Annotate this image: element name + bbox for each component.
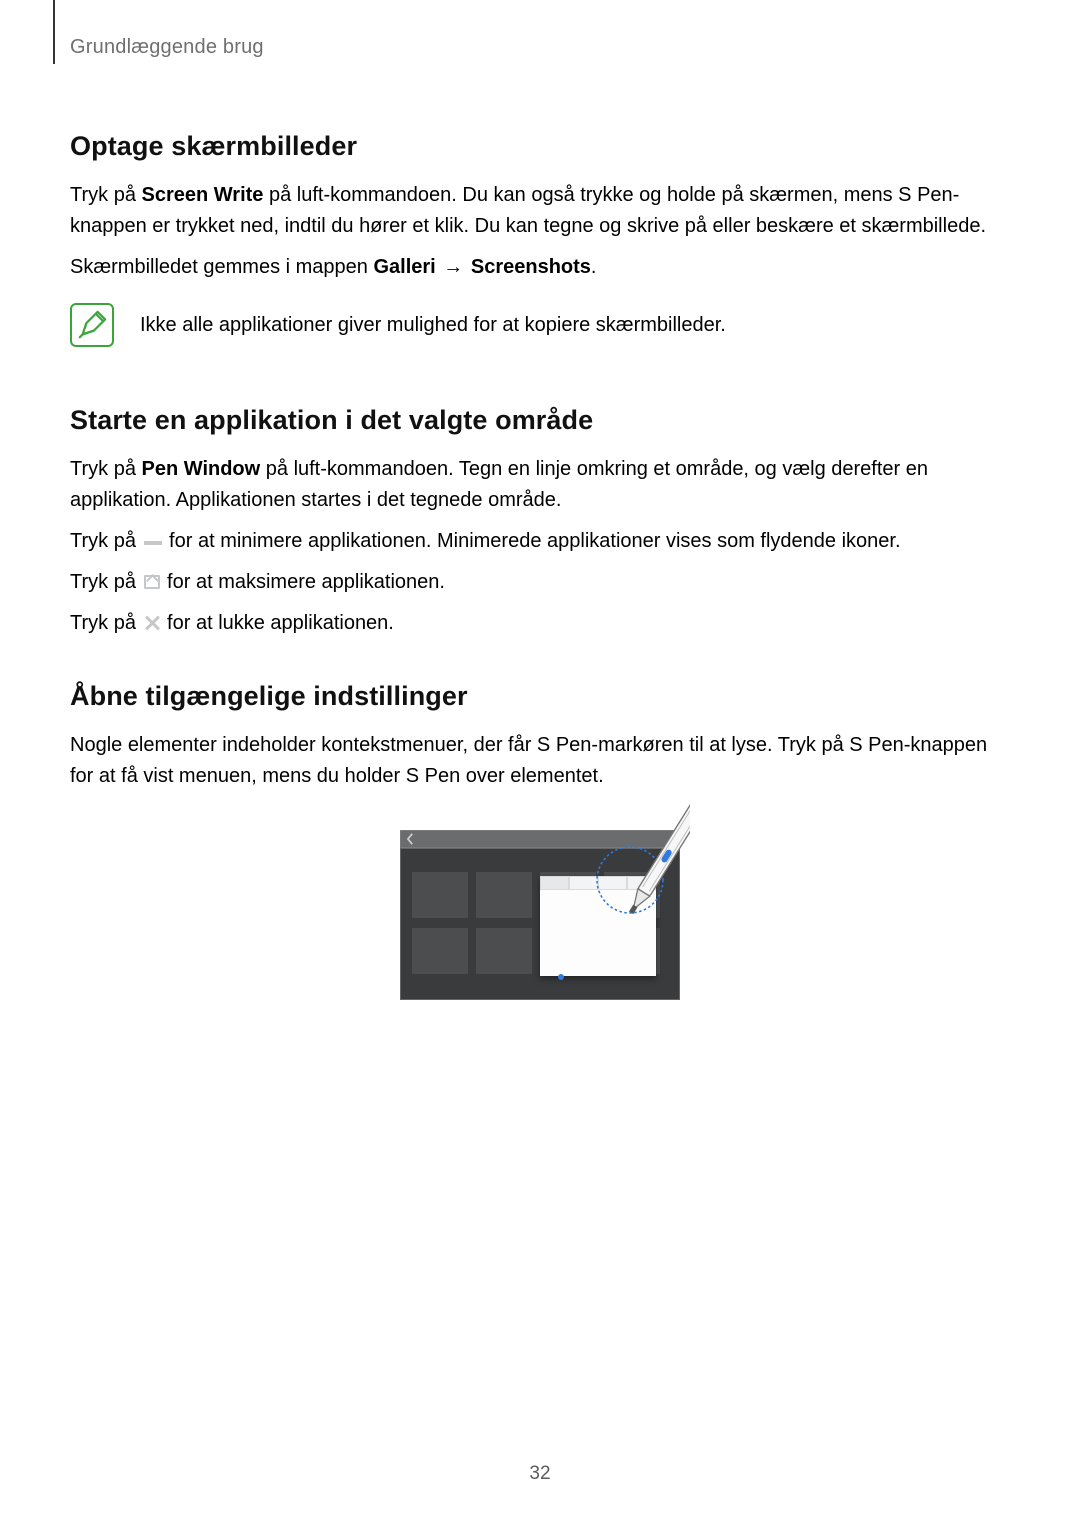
text: Tryk på: [70, 571, 142, 593]
note-text: Ikke alle applikationer giver mulighed f…: [140, 310, 726, 340]
maximize-icon: [144, 575, 160, 589]
sec2-p2: Tryk på for at minimere applikationen. M…: [70, 526, 1010, 557]
sec2-p1: Tryk på Pen Window på luft-kommandoen. T…: [70, 454, 1010, 516]
text: Tryk på: [70, 458, 142, 480]
note-pen-icon: [70, 303, 114, 347]
back-icon: [404, 832, 416, 846]
page-crop-tick: [53, 0, 55, 22]
text: Tryk på: [70, 530, 142, 552]
bold-pen-window: Pen Window: [142, 458, 261, 480]
text: for at lukke applikationen.: [162, 612, 394, 634]
text: .: [591, 256, 597, 278]
close-icon: [144, 615, 160, 631]
sec2-p4: Tryk på for at lukke applikationen.: [70, 608, 1010, 639]
text: for at minimere applikationen. Minimered…: [164, 530, 901, 552]
sec2-p3: Tryk på for at maksimere applikationen.: [70, 567, 1010, 598]
hover-dot: [558, 974, 564, 980]
s-pen-illustration: [590, 784, 690, 959]
minimize-icon: [144, 541, 162, 545]
illustration: [70, 814, 1010, 1000]
bold-galleri: Galleri: [373, 256, 435, 278]
bold-screen-write: Screen Write: [142, 184, 264, 206]
heading-optage: Optage skærmbilleder: [70, 131, 1010, 162]
heading-starte-app: Starte en applikation i det valgte områd…: [70, 405, 1010, 436]
sec1-p2: Skærmbilledet gemmes i mappen Galleri → …: [70, 252, 1010, 283]
page-number: 32: [0, 1463, 1080, 1485]
note-row: Ikke alle applikationer giver mulighed f…: [70, 303, 1010, 347]
text: Tryk på: [70, 612, 142, 634]
sec3-p1: Nogle elementer indeholder kontekstmenue…: [70, 730, 1010, 792]
text: for at maksimere applikationen.: [162, 571, 445, 593]
heading-aabne-indstillinger: Åbne tilgængelige indstillinger: [70, 681, 1010, 712]
running-head: Grundlæggende brug: [70, 36, 1010, 59]
text: Tryk på: [70, 184, 142, 206]
arrow-icon: →: [436, 256, 471, 278]
running-head-rule: [53, 22, 55, 64]
text: Skærmbilledet gemmes i mappen: [70, 256, 373, 278]
bold-screenshots: Screenshots: [471, 256, 591, 278]
sec1-p1: Tryk på Screen Write på luft-kommandoen.…: [70, 180, 1010, 242]
